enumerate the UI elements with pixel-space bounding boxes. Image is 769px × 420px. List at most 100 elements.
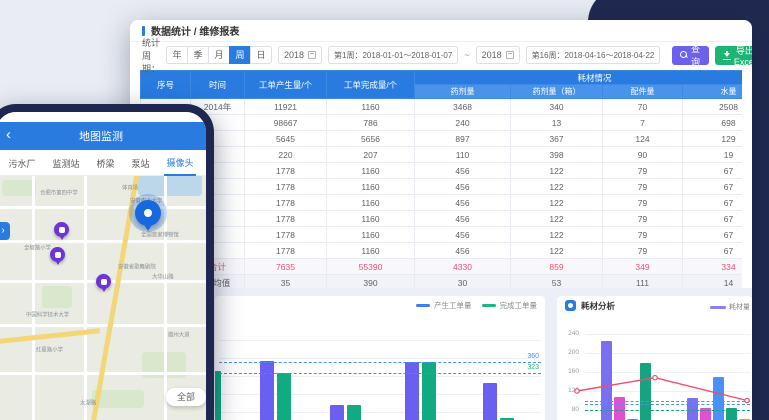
table-row[interactable]: 298667786240137698 <box>141 115 743 131</box>
map-label: 全国首家博物馆 <box>141 230 179 238</box>
table-cell: 13 <box>511 115 603 131</box>
camera-pin-0[interactable] <box>54 222 69 237</box>
map-all-button[interactable]: 全部 <box>166 388 206 406</box>
col-header-sub-1: 药剂量 <box>415 85 511 99</box>
legend-swatch <box>416 304 430 307</box>
consumables-chart-plot: 2402001601208040 <box>557 312 752 420</box>
legend-item[interactable]: 产生工单量 <box>416 300 472 311</box>
bar-产生工单量-2[interactable] <box>330 405 344 420</box>
period-label: 统计周期： <box>142 36 160 75</box>
table-cell: 79 <box>603 243 683 259</box>
map-view[interactable]: › 全部 合肥市第四中学体育场安徽农业大学全国首家博物馆全椒路小学安徽省歌舞剧院… <box>0 176 206 420</box>
table-cell: 398 <box>511 147 603 163</box>
bar-产生工单量-3[interactable] <box>405 362 419 420</box>
table-row[interactable]: 12014年1192111603468340702508 <box>141 99 743 115</box>
table-cell: 5645 <box>245 131 327 147</box>
phone-status-bar <box>0 112 206 122</box>
bar-完成工单量-1[interactable] <box>277 373 291 420</box>
table-row[interactable]: 42202071103989019 <box>141 147 743 163</box>
search-icon <box>680 51 685 59</box>
phone-header: ‹ 地图监测 <box>0 122 206 150</box>
calendar-icon <box>308 51 316 59</box>
table-cell: 122 <box>511 211 603 227</box>
table-cell: 67 <box>683 195 743 211</box>
table-cell: 456 <box>415 227 511 243</box>
camera-pin-1[interactable] <box>50 247 65 262</box>
table-cell: 367 <box>511 131 603 147</box>
bar-产生工单量-4[interactable] <box>483 383 497 420</box>
range-separator: ~ <box>464 50 469 60</box>
table-cell: 67 <box>683 227 743 243</box>
selected-camera-pin[interactable] <box>135 200 161 226</box>
period-segmented-control: 年季月周日 <box>166 46 272 64</box>
table-cell: 340 <box>511 99 603 115</box>
col-header-time: 时间 <box>191 71 245 99</box>
map-park-patch <box>42 286 72 308</box>
table-row[interactable]: 8177811604561227967 <box>141 211 743 227</box>
table-cell: 2508 <box>683 99 743 115</box>
end-year-select[interactable]: 2018 <box>476 46 520 64</box>
period-option-4[interactable]: 日 <box>250 46 272 64</box>
bar-完成工单量-0[interactable] <box>215 371 221 420</box>
map-road <box>0 206 206 209</box>
back-icon[interactable]: ‹ <box>6 126 11 143</box>
bar-完成工单量-2[interactable] <box>347 405 361 420</box>
table-cell: 859 <box>511 259 603 275</box>
phone-tab-2[interactable]: 桥梁 <box>94 151 116 175</box>
consumables-chart-legend: 耗材量 <box>710 302 750 312</box>
map-label: 安徽省歌舞剧院 <box>118 262 156 270</box>
period-option-1[interactable]: 季 <box>187 46 209 64</box>
bar-产生工单量-1[interactable] <box>260 361 274 420</box>
phone-tab-0[interactable]: 污水厂 <box>6 151 37 175</box>
table-cell: 1160 <box>327 211 415 227</box>
table-cell: 122 <box>511 243 603 259</box>
charts-section: 产生工单量完成工单量 360323 耗材分析 耗材量 2402001601208… <box>130 288 752 420</box>
export-excel-button[interactable]: 导出Excel <box>715 46 752 65</box>
end-week-input[interactable]: 第16周：2018-04-16～2018-04-22 <box>526 46 661 64</box>
table-cell: 456 <box>415 243 511 259</box>
phone-tab-1[interactable]: 监测站 <box>50 151 81 175</box>
chart-badge-icon <box>565 300 576 311</box>
map-expander-button[interactable]: › <box>0 222 10 240</box>
period-option-3[interactable]: 周 <box>229 46 251 64</box>
table-cell: 5656 <box>327 131 415 147</box>
gridline <box>219 358 541 359</box>
table-cell: 1160 <box>327 227 415 243</box>
query-label: 查询 <box>690 42 702 68</box>
table-cell: 786 <box>327 115 415 131</box>
table-cell: 698 <box>683 115 743 131</box>
download-icon <box>723 51 728 60</box>
table-row[interactable]: 5177811604561227967 <box>141 163 743 179</box>
table-cell: 1160 <box>327 179 415 195</box>
table-cell: 124 <box>603 131 683 147</box>
phone-tab-4[interactable]: 摄像头 <box>164 150 195 176</box>
legend-label: 耗材量 <box>729 302 750 312</box>
trend-line-layer <box>557 312 752 420</box>
period-option-2[interactable]: 月 <box>208 46 230 64</box>
workorder-chart-legend: 产生工单量完成工单量 <box>416 300 537 311</box>
map-label: 中国科学技术大学 <box>26 310 69 318</box>
table-total-row[interactable]: 合计7635553904330859349334 <box>141 259 743 275</box>
table-cell: 456 <box>415 195 511 211</box>
col-header-completed: 工单完成量/个 <box>327 71 415 99</box>
camera-pin-2[interactable] <box>96 274 111 289</box>
start-week-input[interactable]: 第1周：2018-01-01～2018-01-07 <box>328 46 458 64</box>
table-cell: 1778 <box>245 211 327 227</box>
breadcrumb: 数据统计 / 维修报表 <box>151 23 239 38</box>
table-row[interactable]: 7177811604561227967 <box>141 195 743 211</box>
legend-item[interactable]: 完成工单量 <box>482 300 538 311</box>
query-button[interactable]: 查询 <box>672 46 709 65</box>
table-row[interactable]: 6177811604561227967 <box>141 179 743 195</box>
period-option-0[interactable]: 年 <box>166 46 188 64</box>
map-label: 合肥市第四中学 <box>40 188 78 196</box>
table-row[interactable]: 356455656897367124129 <box>141 131 743 147</box>
start-year-select[interactable]: 2018 <box>278 46 322 64</box>
col-header-sub-4: 水量 <box>683 85 743 99</box>
map-main-road <box>88 176 142 420</box>
table-row[interactable]: 10177811604561227967 <box>141 243 743 259</box>
phone-tab-3[interactable]: 泵站 <box>129 151 151 175</box>
table-row[interactable]: 9177811604561227967 <box>141 227 743 243</box>
breadcrumb-accent-bar <box>142 26 145 36</box>
col-header-consumables-group: 耗材情况 <box>415 71 743 85</box>
bar-完成工单量-3[interactable] <box>422 362 436 420</box>
